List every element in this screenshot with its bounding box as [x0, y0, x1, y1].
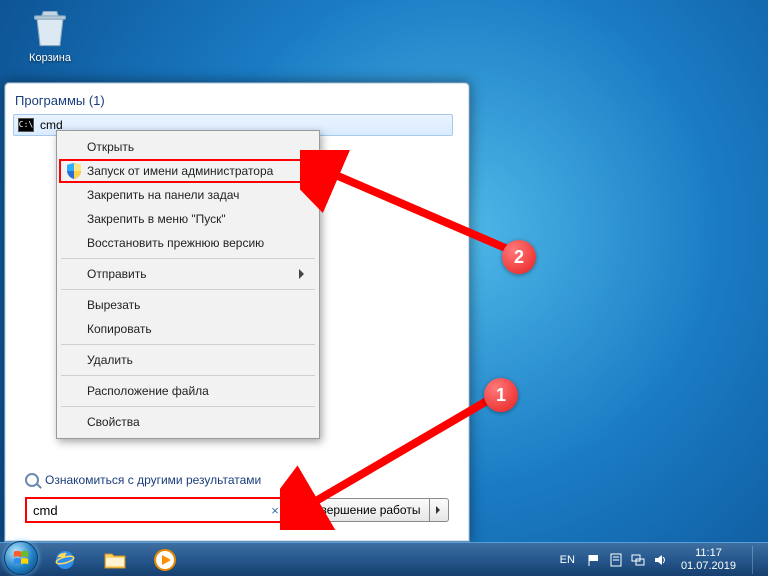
- recycle-bin-icon: [28, 6, 72, 50]
- ctx-run-as-admin[interactable]: Запуск от имени администратора: [59, 159, 317, 183]
- system-tray: EN 11:17 01.07.2019: [556, 546, 764, 574]
- ctx-delete[interactable]: Удалить: [59, 348, 317, 372]
- ctx-open[interactable]: Открыть: [59, 135, 317, 159]
- shutdown-button[interactable]: Завершение работы: [297, 498, 429, 522]
- search-input-wrap: ×: [25, 497, 287, 523]
- context-menu: Открыть Запуск от имени администратора З…: [56, 130, 320, 439]
- start-button[interactable]: [4, 541, 38, 575]
- search-icon: [25, 473, 39, 487]
- see-more-results-link[interactable]: Ознакомиться с другими результатами: [25, 473, 261, 487]
- clock[interactable]: 11:17 01.07.2019: [675, 547, 742, 571]
- shutdown-split-button: Завершение работы: [297, 498, 449, 522]
- volume-tray-icon[interactable]: [653, 553, 667, 567]
- chevron-right-icon: [299, 269, 309, 279]
- ie-icon: [53, 548, 77, 572]
- taskbar-media-player-button[interactable]: [142, 546, 188, 574]
- network-tray-icon[interactable]: [631, 553, 645, 567]
- shutdown-options-button[interactable]: [429, 498, 449, 522]
- ctx-pin-taskbar[interactable]: Закрепить на панели задач: [59, 183, 317, 207]
- ctx-cut[interactable]: Вырезать: [59, 293, 317, 317]
- taskbar-ie-button[interactable]: [42, 546, 88, 574]
- clock-date: 01.07.2019: [681, 560, 736, 572]
- desktop-icon-recycle-bin[interactable]: Корзина: [20, 6, 80, 64]
- annotation-badge-2: 2: [502, 240, 536, 274]
- taskbar: EN 11:17 01.07.2019: [0, 542, 768, 576]
- media-player-icon: [153, 548, 177, 572]
- flag-tray-icon[interactable]: [587, 553, 601, 567]
- search-row: × Завершение работы: [25, 497, 449, 523]
- clock-time: 11:17: [681, 547, 736, 559]
- uac-shield-icon: [67, 163, 81, 179]
- taskbar-explorer-button[interactable]: [92, 546, 138, 574]
- ctx-properties[interactable]: Свойства: [59, 410, 317, 434]
- chevron-right-icon: [436, 506, 444, 514]
- ctx-open-file-location[interactable]: Расположение файла: [59, 379, 317, 403]
- ctx-pin-start[interactable]: Закрепить в меню "Пуск": [59, 207, 317, 231]
- search-input[interactable]: [27, 499, 265, 521]
- folder-icon: [103, 550, 127, 570]
- clear-search-button[interactable]: ×: [265, 503, 285, 518]
- ctx-send-to[interactable]: Отправить: [59, 262, 317, 286]
- section-header-programs: Программы (1): [15, 93, 459, 108]
- action-center-tray-icon[interactable]: [609, 553, 623, 567]
- annotation-badge-1: 1: [484, 378, 518, 412]
- recycle-bin-label: Корзина: [20, 52, 80, 64]
- show-desktop-button[interactable]: [752, 546, 762, 574]
- ctx-copy[interactable]: Копировать: [59, 317, 317, 341]
- ctx-restore-previous[interactable]: Восстановить прежнюю версию: [59, 231, 317, 255]
- windows-logo-icon: [12, 549, 30, 567]
- cmd-icon: C:\: [18, 118, 34, 132]
- language-indicator[interactable]: EN: [556, 554, 579, 566]
- see-more-label: Ознакомиться с другими результатами: [45, 473, 261, 487]
